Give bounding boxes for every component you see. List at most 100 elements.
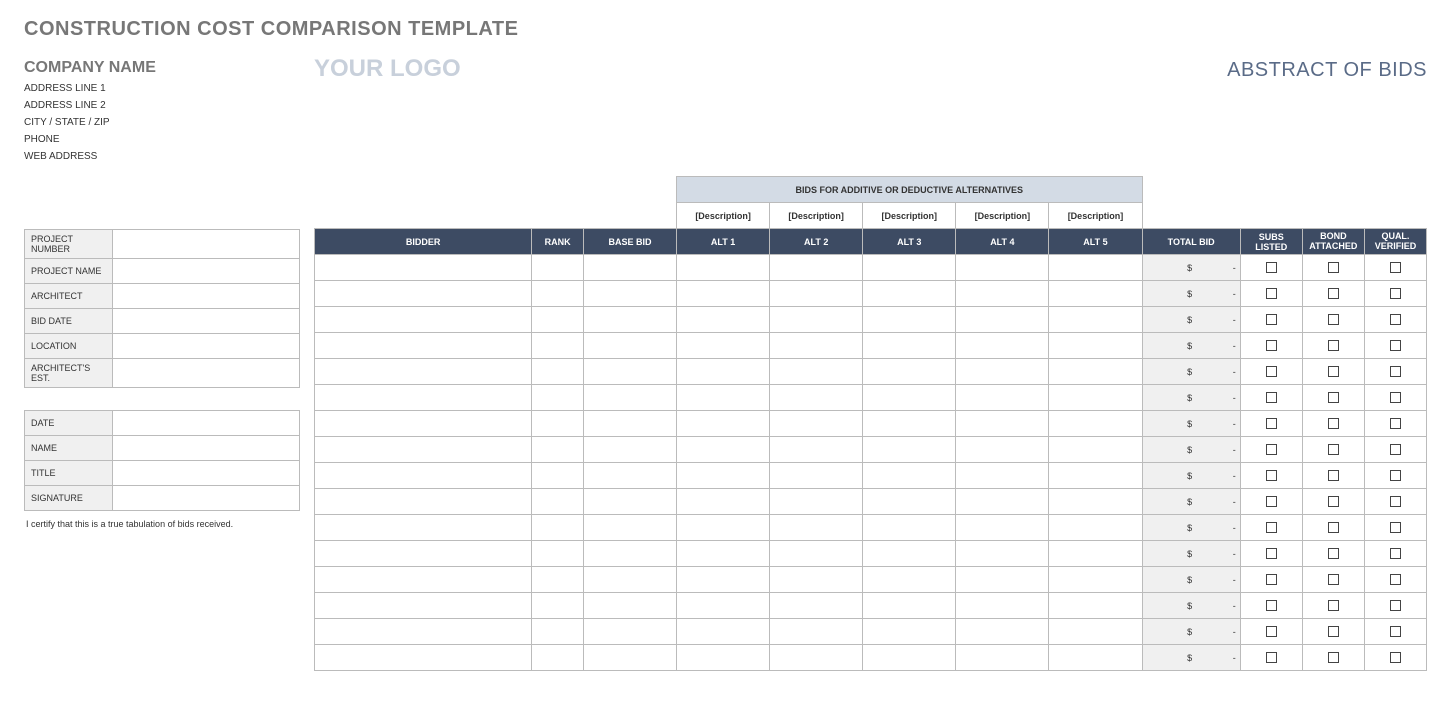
- checkbox-icon[interactable]: [1266, 574, 1277, 585]
- cell-base-bid[interactable]: [583, 619, 676, 645]
- cell-alt1[interactable]: [677, 593, 770, 619]
- cell-alt4[interactable]: [956, 437, 1049, 463]
- cell-alt5[interactable]: [1049, 437, 1142, 463]
- cell-base-bid[interactable]: [583, 307, 676, 333]
- cell-alt5[interactable]: [1049, 385, 1142, 411]
- cell-alt4[interactable]: [956, 541, 1049, 567]
- cell-alt2[interactable]: [770, 255, 863, 281]
- cell-bidder[interactable]: [315, 489, 532, 515]
- checkbox-icon[interactable]: [1266, 496, 1277, 507]
- checkbox-icon[interactable]: [1390, 522, 1401, 533]
- cell-alt2[interactable]: [770, 645, 863, 671]
- alt-desc-1[interactable]: [Description]: [677, 203, 770, 229]
- cell-alt5[interactable]: [1049, 645, 1142, 671]
- cell-alt5[interactable]: [1049, 541, 1142, 567]
- value-location[interactable]: [113, 334, 300, 359]
- cell-alt2[interactable]: [770, 307, 863, 333]
- cell-alt4[interactable]: [956, 333, 1049, 359]
- alt-desc-2[interactable]: [Description]: [770, 203, 863, 229]
- cell-bidder[interactable]: [315, 515, 532, 541]
- cell-alt3[interactable]: [863, 515, 956, 541]
- cell-bidder[interactable]: [315, 411, 532, 437]
- checkbox-icon[interactable]: [1328, 522, 1339, 533]
- checkbox-icon[interactable]: [1328, 262, 1339, 273]
- checkbox-icon[interactable]: [1266, 522, 1277, 533]
- cell-base-bid[interactable]: [583, 281, 676, 307]
- checkbox-icon[interactable]: [1390, 262, 1401, 273]
- cell-alt4[interactable]: [956, 307, 1049, 333]
- cell-alt4[interactable]: [956, 593, 1049, 619]
- cell-rank[interactable]: [532, 359, 584, 385]
- cell-rank[interactable]: [532, 333, 584, 359]
- cell-bidder[interactable]: [315, 567, 532, 593]
- cell-rank[interactable]: [532, 619, 584, 645]
- cell-alt2[interactable]: [770, 593, 863, 619]
- cell-alt4[interactable]: [956, 463, 1049, 489]
- cell-rank[interactable]: [532, 541, 584, 567]
- cell-alt2[interactable]: [770, 489, 863, 515]
- cell-alt5[interactable]: [1049, 255, 1142, 281]
- checkbox-icon[interactable]: [1390, 626, 1401, 637]
- cell-rank[interactable]: [532, 255, 584, 281]
- cell-alt3[interactable]: [863, 593, 956, 619]
- cell-alt5[interactable]: [1049, 619, 1142, 645]
- cell-alt3[interactable]: [863, 385, 956, 411]
- cell-base-bid[interactable]: [583, 541, 676, 567]
- checkbox-icon[interactable]: [1328, 496, 1339, 507]
- cell-alt1[interactable]: [677, 333, 770, 359]
- cell-rank[interactable]: [532, 463, 584, 489]
- cell-alt4[interactable]: [956, 385, 1049, 411]
- cell-rank[interactable]: [532, 411, 584, 437]
- checkbox-icon[interactable]: [1266, 314, 1277, 325]
- cell-alt3[interactable]: [863, 255, 956, 281]
- value-project-number[interactable]: [113, 230, 300, 259]
- value-name[interactable]: [113, 436, 300, 461]
- cell-base-bid[interactable]: [583, 359, 676, 385]
- checkbox-icon[interactable]: [1390, 652, 1401, 663]
- checkbox-icon[interactable]: [1266, 288, 1277, 299]
- cell-alt2[interactable]: [770, 515, 863, 541]
- cell-alt4[interactable]: [956, 255, 1049, 281]
- cell-alt3[interactable]: [863, 411, 956, 437]
- cell-bidder[interactable]: [315, 255, 532, 281]
- alt-desc-5[interactable]: [Description]: [1049, 203, 1142, 229]
- checkbox-icon[interactable]: [1390, 600, 1401, 611]
- cell-alt1[interactable]: [677, 619, 770, 645]
- cell-bidder[interactable]: [315, 645, 532, 671]
- checkbox-icon[interactable]: [1390, 470, 1401, 481]
- checkbox-icon[interactable]: [1266, 626, 1277, 637]
- cell-alt3[interactable]: [863, 463, 956, 489]
- checkbox-icon[interactable]: [1266, 548, 1277, 559]
- checkbox-icon[interactable]: [1390, 288, 1401, 299]
- cell-alt3[interactable]: [863, 281, 956, 307]
- cell-alt4[interactable]: [956, 359, 1049, 385]
- value-bid-date[interactable]: [113, 309, 300, 334]
- alt-desc-4[interactable]: [Description]: [956, 203, 1049, 229]
- cell-alt2[interactable]: [770, 437, 863, 463]
- cell-rank[interactable]: [532, 281, 584, 307]
- checkbox-icon[interactable]: [1328, 470, 1339, 481]
- cell-bidder[interactable]: [315, 281, 532, 307]
- cell-alt1[interactable]: [677, 359, 770, 385]
- value-signature[interactable]: [113, 486, 300, 511]
- cell-alt2[interactable]: [770, 411, 863, 437]
- cell-alt3[interactable]: [863, 437, 956, 463]
- cell-rank[interactable]: [532, 645, 584, 671]
- cell-alt1[interactable]: [677, 515, 770, 541]
- checkbox-icon[interactable]: [1328, 652, 1339, 663]
- cell-alt5[interactable]: [1049, 515, 1142, 541]
- cell-base-bid[interactable]: [583, 255, 676, 281]
- checkbox-icon[interactable]: [1328, 600, 1339, 611]
- cell-rank[interactable]: [532, 437, 584, 463]
- cell-bidder[interactable]: [315, 359, 532, 385]
- cell-alt4[interactable]: [956, 489, 1049, 515]
- cell-alt1[interactable]: [677, 463, 770, 489]
- checkbox-icon[interactable]: [1328, 444, 1339, 455]
- cell-alt3[interactable]: [863, 567, 956, 593]
- checkbox-icon[interactable]: [1328, 548, 1339, 559]
- cell-base-bid[interactable]: [583, 385, 676, 411]
- cell-alt1[interactable]: [677, 437, 770, 463]
- cell-alt2[interactable]: [770, 281, 863, 307]
- checkbox-icon[interactable]: [1328, 574, 1339, 585]
- cell-bidder[interactable]: [315, 333, 532, 359]
